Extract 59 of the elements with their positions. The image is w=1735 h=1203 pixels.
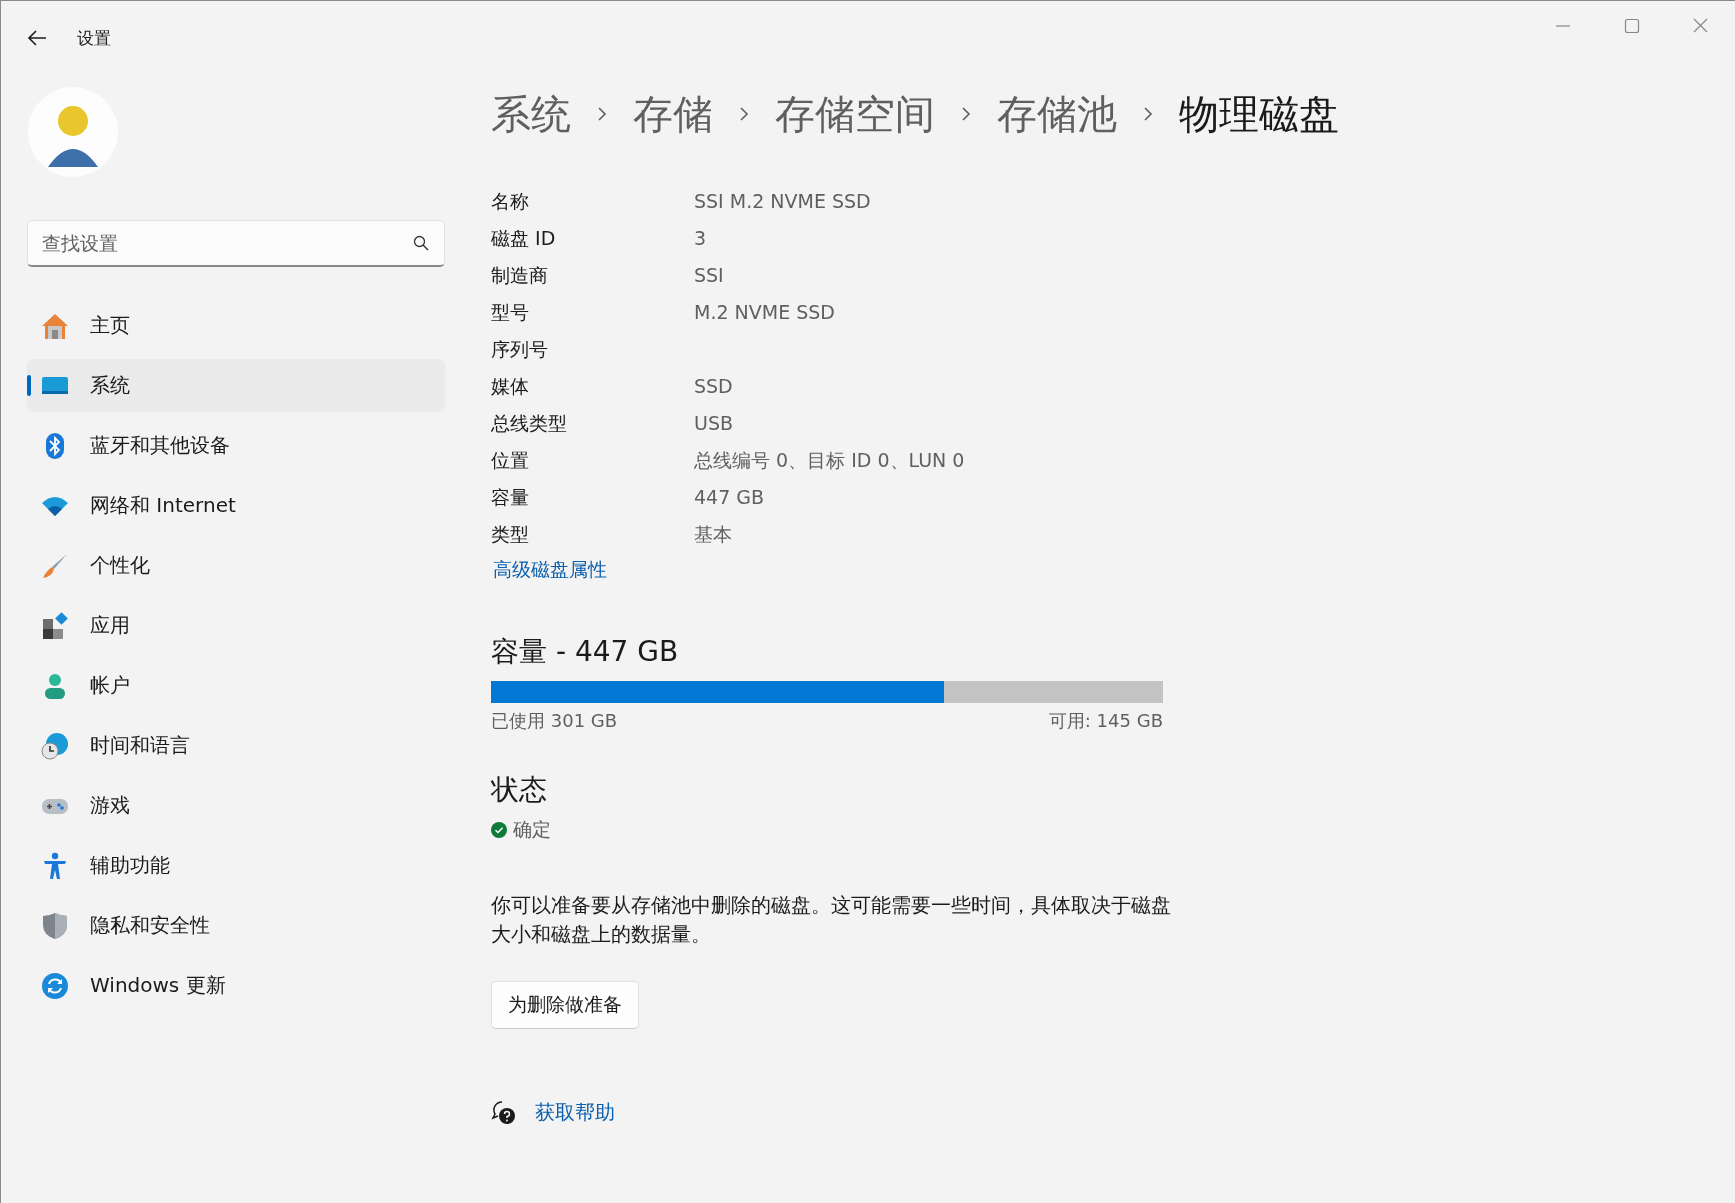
window-title: 设置	[77, 26, 111, 50]
breadcrumb-link[interactable]: 存储空间	[775, 86, 935, 142]
property-value: 基本	[694, 522, 733, 547]
property-value: USB	[694, 411, 734, 436]
description-text: 你可以准备要从存储池中删除的磁盘。这可能需要一些时间，具体取决于磁盘大小和磁盘上的数据量。	[491, 892, 1172, 948]
status-text: 确定	[513, 817, 551, 842]
capacity-heading: 容量 - 447 GB	[491, 634, 680, 670]
chevron-right-icon	[595, 105, 609, 123]
property-value: 3	[694, 226, 708, 251]
get-help-link[interactable]: 获取帮助	[535, 1099, 615, 1126]
nav-item[interactable]: Windows 更新	[27, 959, 445, 1012]
search-field[interactable]: 查找设置	[27, 220, 445, 267]
search-icon	[413, 235, 429, 251]
property-label: 容量	[491, 485, 530, 510]
property-label: 序列号	[491, 337, 549, 362]
update-icon	[40, 970, 70, 1001]
nav-item[interactable]: 时间和语言	[27, 719, 445, 772]
nav-item[interactable]: 系统	[27, 359, 445, 412]
property-label: 总线类型	[491, 411, 568, 436]
property-value: SSD	[694, 374, 734, 399]
property-value: 总线编号 0、目标 ID 0、LUN 0	[694, 448, 966, 473]
shield-icon	[40, 910, 70, 941]
property-label: 型号	[491, 300, 530, 325]
chevron-right-icon	[737, 105, 751, 123]
property-label: 名称	[491, 189, 530, 214]
prepare-for-removal-button[interactable]: 为删除做准备	[491, 981, 639, 1029]
nav-item[interactable]: 辅助功能	[27, 839, 445, 892]
breadcrumb-link[interactable]: 存储池	[997, 86, 1117, 142]
property-value: SSI M.2 NVME SSD	[694, 189, 872, 214]
property-label: 媒体	[491, 374, 530, 399]
property-value: M.2 NVME SSD	[694, 300, 836, 325]
globe-clock-icon	[40, 730, 70, 761]
nav-item[interactable]: 隐私和安全性	[27, 899, 445, 952]
apps-icon	[40, 610, 70, 641]
nav-item[interactable]: 游戏	[27, 779, 445, 832]
property-value: 447 GB	[694, 485, 766, 510]
property-label: 类型	[491, 522, 530, 547]
free-space-label: 可用: 145 GB	[1048, 709, 1163, 733]
nav-item[interactable]: 蓝牙和其他设备	[27, 419, 445, 472]
breadcrumb-link[interactable]: 系统	[491, 86, 571, 142]
nav-item[interactable]: 主页	[27, 299, 445, 352]
property-value: SSI	[694, 263, 725, 288]
selection-indicator	[27, 375, 31, 396]
used-space-label: 已使用 301 GB	[491, 709, 618, 733]
nav-item[interactable]: 个性化	[27, 539, 445, 592]
advanced-disk-properties-link[interactable]: 高级磁盘属性	[493, 557, 607, 583]
status-heading: 状态	[491, 772, 548, 808]
chevron-right-icon	[1141, 105, 1155, 123]
page-title: 物理磁盘	[1179, 89, 1339, 139]
property-label: 制造商	[491, 263, 549, 288]
nav-item[interactable]: 帐户	[27, 659, 445, 712]
nav-item[interactable]: 网络和 Internet	[27, 479, 445, 532]
property-label: 磁盘 ID	[491, 226, 557, 251]
check-circle-icon	[491, 822, 507, 838]
help-chat-icon	[491, 1099, 517, 1126]
nav-item[interactable]: 应用	[27, 599, 445, 652]
chevron-right-icon	[959, 105, 973, 123]
breadcrumb-link[interactable]: 存储	[633, 86, 713, 142]
property-label: 位置	[491, 448, 530, 473]
